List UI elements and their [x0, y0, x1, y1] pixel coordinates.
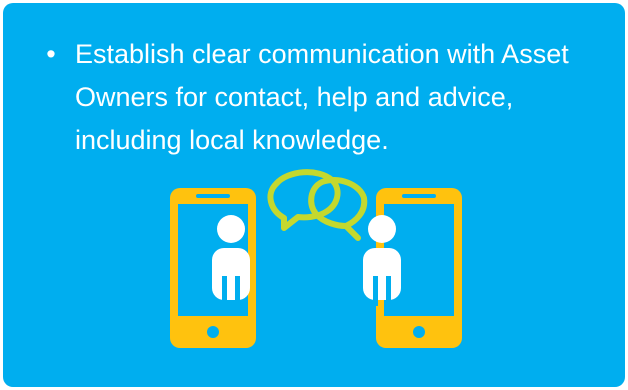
bullet-text: Establish clear communication with Asset… [75, 39, 569, 155]
left-person-icon [212, 215, 250, 306]
bullet-item: • Establish clear communication with Ass… [41, 33, 601, 162]
phone-chat-illustration [170, 169, 462, 348]
bullet-list: • Establish clear communication with Ass… [41, 33, 601, 162]
bullet-dot-icon: • [46, 39, 56, 69]
right-person-icon [363, 215, 401, 306]
speech-bubbles-icon [267, 169, 368, 241]
